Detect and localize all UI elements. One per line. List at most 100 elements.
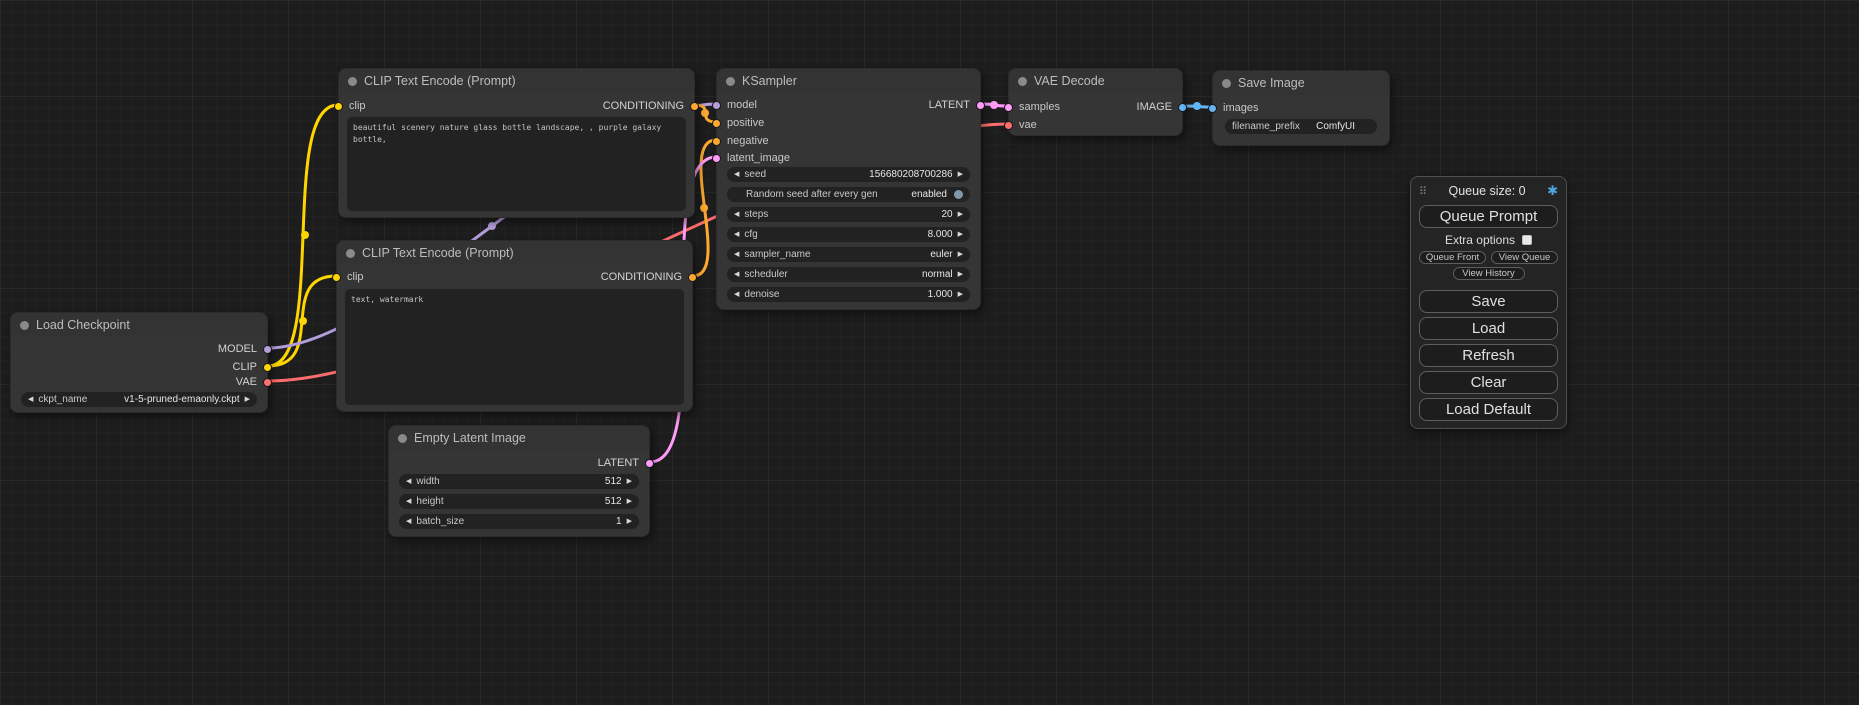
node-load-checkpoint[interactable]: Load Checkpoint MODEL CLIP VAE ◀ ckpt_na… xyxy=(10,312,268,413)
input-port-images[interactable]: images xyxy=(1208,101,1258,115)
conditioning-port-dot-icon[interactable] xyxy=(688,273,697,282)
width-widget[interactable]: ◀ width 512 ▶ xyxy=(399,474,639,489)
random-seed-toggle-widget[interactable]: Random seed after every gen enabled xyxy=(727,187,970,202)
toggle-dot-icon[interactable] xyxy=(954,190,963,199)
decrement-arrow-icon[interactable]: ◀ xyxy=(734,291,739,298)
clip-port-dot-icon[interactable] xyxy=(332,273,341,282)
node-clip-text-encode-positive[interactable]: CLIP Text Encode (Prompt) clip CONDITION… xyxy=(338,68,695,218)
clip-port-dot-icon[interactable] xyxy=(334,102,343,111)
refresh-button[interactable]: Refresh xyxy=(1419,344,1558,367)
input-port-negative[interactable]: negative xyxy=(712,134,769,148)
save-button[interactable]: Save xyxy=(1419,290,1558,313)
steps-widget[interactable]: ◀ steps 20 ▶ xyxy=(727,207,970,222)
output-port-model[interactable]: MODEL xyxy=(218,342,272,356)
output-port-conditioning[interactable]: CONDITIONING xyxy=(601,270,697,284)
increment-arrow-icon[interactable]: ▶ xyxy=(958,291,963,298)
increment-arrow-icon[interactable]: ▶ xyxy=(958,211,963,218)
increment-arrow-icon[interactable]: ▶ xyxy=(627,518,632,525)
output-port-latent[interactable]: LATENT xyxy=(598,456,654,470)
view-history-button[interactable]: View History xyxy=(1453,267,1525,280)
conditioning-port-dot-icon[interactable] xyxy=(712,137,721,146)
output-port-conditioning[interactable]: CONDITIONING xyxy=(603,99,699,113)
decrement-arrow-icon[interactable]: ◀ xyxy=(734,231,739,238)
model-port-dot-icon[interactable] xyxy=(263,345,272,354)
latent-port-dot-icon[interactable] xyxy=(712,154,721,163)
increment-arrow-icon[interactable]: ▶ xyxy=(958,271,963,278)
positive-prompt-text-input[interactable]: beautiful scenery nature glass bottle la… xyxy=(347,117,686,211)
image-port-dot-icon[interactable] xyxy=(1178,103,1187,112)
denoise-widget[interactable]: ◀ denoise 1.000 ▶ xyxy=(727,287,970,302)
sampler-name-widget[interactable]: ◀ sampler_name euler ▶ xyxy=(727,247,970,262)
decrement-arrow-icon[interactable]: ◀ xyxy=(406,478,411,485)
latent-port-dot-icon[interactable] xyxy=(645,459,654,468)
increment-arrow-icon[interactable]: ▶ xyxy=(958,231,963,238)
extra-options-checkbox[interactable] xyxy=(1522,235,1532,245)
increment-arrow-icon[interactable]: ▶ xyxy=(958,251,963,258)
increment-arrow-icon[interactable]: ▶ xyxy=(958,171,963,178)
queue-front-button[interactable]: Queue Front xyxy=(1419,251,1486,264)
collapse-dot-icon[interactable] xyxy=(1018,77,1027,86)
latent-port-dot-icon[interactable] xyxy=(1004,103,1013,112)
batch-size-widget[interactable]: ◀ batch_size 1 ▶ xyxy=(399,514,639,529)
scheduler-widget[interactable]: ◀ scheduler normal ▶ xyxy=(727,267,970,282)
load-default-button[interactable]: Load Default xyxy=(1419,398,1558,421)
node-title-bar[interactable]: Empty Latent Image xyxy=(389,426,649,450)
vae-port-dot-icon[interactable] xyxy=(263,378,272,387)
output-port-vae[interactable]: VAE xyxy=(236,375,272,389)
node-title-bar[interactable]: CLIP Text Encode (Prompt) xyxy=(337,241,692,265)
node-empty-latent-image[interactable]: Empty Latent Image LATENT ◀ width 512 ▶ … xyxy=(388,425,650,537)
node-title-bar[interactable]: VAE Decode xyxy=(1009,69,1182,93)
decrement-arrow-icon[interactable]: ◀ xyxy=(734,271,739,278)
settings-gear-icon[interactable]: ✱ xyxy=(1547,183,1558,199)
output-port-image[interactable]: IMAGE xyxy=(1137,100,1187,114)
latent-port-dot-icon[interactable] xyxy=(976,101,985,110)
conditioning-port-dot-icon[interactable] xyxy=(690,102,699,111)
decrement-arrow-icon[interactable]: ◀ xyxy=(734,171,739,178)
increment-arrow-icon[interactable]: ▶ xyxy=(627,498,632,505)
node-canvas[interactable]: Load Checkpoint MODEL CLIP VAE ◀ ckpt_na… xyxy=(0,0,1859,705)
collapse-dot-icon[interactable] xyxy=(20,321,29,330)
node-title-bar[interactable]: Save Image xyxy=(1213,71,1389,95)
node-clip-text-encode-negative[interactable]: CLIP Text Encode (Prompt) clip CONDITION… xyxy=(336,240,693,412)
height-widget[interactable]: ◀ height 512 ▶ xyxy=(399,494,639,509)
clip-port-dot-icon[interactable] xyxy=(263,363,272,372)
decrement-arrow-icon[interactable]: ◀ xyxy=(734,251,739,258)
decrement-arrow-icon[interactable]: ◀ xyxy=(28,396,33,403)
node-title-bar[interactable]: CLIP Text Encode (Prompt) xyxy=(339,69,694,93)
conditioning-port-dot-icon[interactable] xyxy=(712,119,721,128)
clear-button[interactable]: Clear xyxy=(1419,371,1558,394)
ckpt-name-widget[interactable]: ◀ ckpt_name v1-5-pruned-emaonly.ckpt ▶ xyxy=(21,392,257,407)
decrement-arrow-icon[interactable]: ◀ xyxy=(406,518,411,525)
input-port-samples[interactable]: samples xyxy=(1004,100,1060,114)
node-title-bar[interactable]: Load Checkpoint xyxy=(11,313,267,337)
collapse-dot-icon[interactable] xyxy=(348,77,357,86)
image-port-dot-icon[interactable] xyxy=(1208,104,1217,113)
seed-widget[interactable]: ◀ seed 156680208700286 ▶ xyxy=(727,167,970,182)
collapse-dot-icon[interactable] xyxy=(346,249,355,258)
input-port-positive[interactable]: positive xyxy=(712,116,764,130)
decrement-arrow-icon[interactable]: ◀ xyxy=(734,211,739,218)
output-port-clip[interactable]: CLIP xyxy=(233,360,272,374)
input-port-vae[interactable]: vae xyxy=(1004,118,1037,132)
view-queue-button[interactable]: View Queue xyxy=(1491,251,1558,264)
cfg-widget[interactable]: ◀ cfg 8.000 ▶ xyxy=(727,227,970,242)
collapse-dot-icon[interactable] xyxy=(1222,79,1231,88)
increment-arrow-icon[interactable]: ▶ xyxy=(245,396,250,403)
input-port-latent-image[interactable]: latent_image xyxy=(712,151,790,165)
model-port-dot-icon[interactable] xyxy=(712,101,721,110)
vae-port-dot-icon[interactable] xyxy=(1004,121,1013,130)
increment-arrow-icon[interactable]: ▶ xyxy=(627,478,632,485)
node-title-bar[interactable]: KSampler xyxy=(717,69,980,93)
input-port-clip[interactable]: clip xyxy=(332,270,364,284)
negative-prompt-text-input[interactable]: text, watermark xyxy=(345,289,684,405)
input-port-model[interactable]: model xyxy=(712,98,757,112)
filename-prefix-widget[interactable]: filename_prefix ComfyUI xyxy=(1225,119,1377,134)
collapse-dot-icon[interactable] xyxy=(726,77,735,86)
load-button[interactable]: Load xyxy=(1419,317,1558,340)
queue-prompt-button[interactable]: Queue Prompt xyxy=(1419,205,1558,228)
output-port-latent[interactable]: LATENT xyxy=(929,98,985,112)
input-port-clip[interactable]: clip xyxy=(334,99,366,113)
drag-handle-icon[interactable]: ⠿ xyxy=(1419,185,1427,198)
collapse-dot-icon[interactable] xyxy=(398,434,407,443)
node-ksampler[interactable]: KSampler model LATENT positive negative … xyxy=(716,68,981,310)
